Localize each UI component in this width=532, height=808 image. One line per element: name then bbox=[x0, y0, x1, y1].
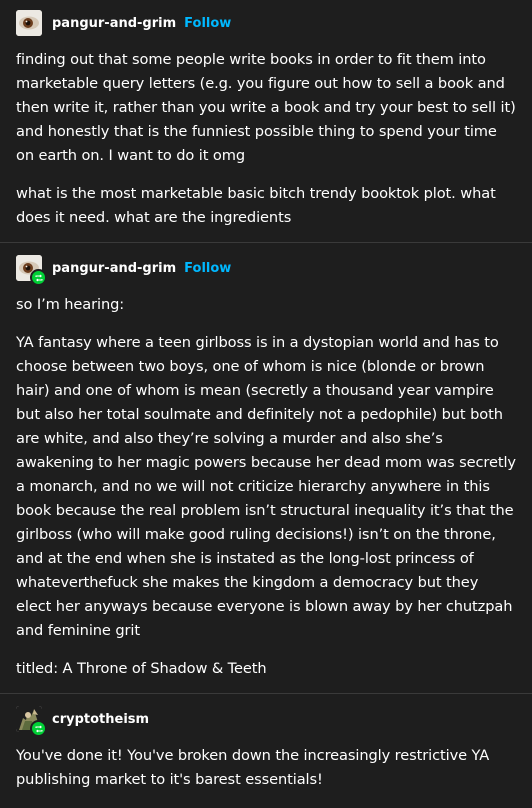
post-body: so I’m hearing: YA fantasy where a teen … bbox=[16, 293, 516, 681]
post-reblog: cryptotheism You've done it! You've brok… bbox=[0, 694, 532, 804]
post-paragraph: what is the most marketable basic bitch … bbox=[16, 185, 496, 226]
post-paragraph: finding out that some people write books… bbox=[16, 51, 516, 164]
follow-button[interactable]: Follow bbox=[184, 16, 231, 31]
username[interactable]: pangur-and-grim bbox=[52, 16, 176, 31]
post-body: You've done it! You've broken down the i… bbox=[16, 744, 516, 792]
post-header: pangur-and-grim Follow bbox=[16, 253, 516, 286]
avatar[interactable] bbox=[16, 10, 42, 36]
follow-button[interactable]: Follow bbox=[184, 261, 231, 276]
reblog-icon bbox=[30, 720, 47, 737]
post-paragraph: so I’m hearing: bbox=[16, 296, 125, 313]
post-original: pangur-and-grim Follow finding out that … bbox=[0, 0, 532, 243]
post-reblog: pangur-and-grim Follow so I’m hearing: Y… bbox=[0, 243, 532, 694]
post-paragraph: YA fantasy where a teen girlboss is in a… bbox=[16, 334, 516, 639]
post-paragraph: You've done it! You've broken down the i… bbox=[16, 747, 490, 788]
username[interactable]: cryptotheism bbox=[52, 712, 149, 727]
post-paragraph: titled: A Throne of Shadow & Teeth bbox=[16, 660, 267, 677]
avatar[interactable] bbox=[16, 706, 47, 737]
username[interactable]: pangur-and-grim bbox=[52, 261, 176, 276]
avatar[interactable] bbox=[16, 255, 47, 286]
post-header: cryptotheism bbox=[16, 704, 516, 737]
post-header: pangur-and-grim Follow bbox=[16, 8, 516, 38]
reblog-icon bbox=[30, 269, 47, 286]
post-body: finding out that some people write books… bbox=[16, 48, 516, 230]
eye-avatar-icon bbox=[16, 10, 42, 36]
